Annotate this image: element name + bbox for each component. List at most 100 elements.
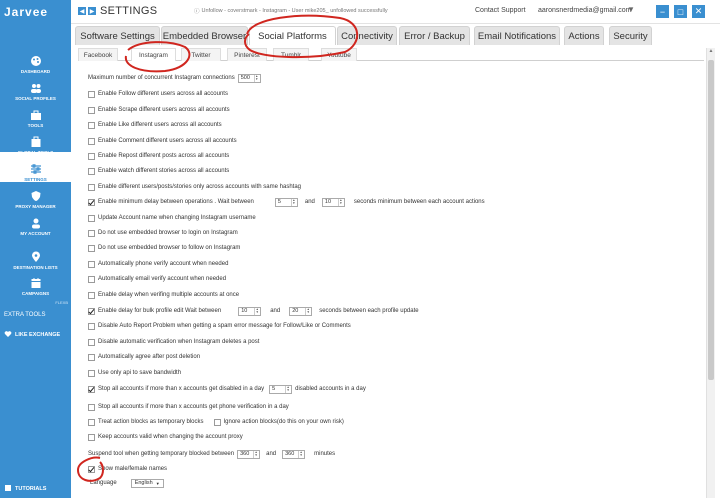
scroll-up-icon[interactable]: ▲ <box>707 48 715 56</box>
subtab-facebook[interactable]: Facebook <box>78 48 118 61</box>
back-arrow-icon[interactable]: ◀ <box>78 7 86 15</box>
nav-tools[interactable]: TOOLS <box>0 98 71 128</box>
option-row[interactable]: Disable automatic verification when Inst… <box>88 337 259 347</box>
option-row[interactable]: Automatically agree after post deletion <box>88 352 200 362</box>
scrollbar[interactable]: ▲ <box>706 48 715 498</box>
min-delay-to-stepper[interactable]: 10 ▲ ▼ <box>321 197 345 207</box>
user-email[interactable]: aaronsnerdmedia@gmail.com <box>538 7 631 14</box>
option-row[interactable]: Enable Repost different posts across all… <box>88 151 229 161</box>
subtab-instagram[interactable]: Instagram <box>131 48 176 61</box>
checkbox[interactable] <box>88 338 95 346</box>
subtab-tumblr[interactable]: Tumblr <box>273 48 309 61</box>
bulk-delay-from-stepper[interactable]: 10 ▲ ▼ <box>238 306 262 316</box>
tab-actions[interactable]: Actions <box>564 26 604 45</box>
subtab-youtube[interactable]: Youtube <box>321 48 357 61</box>
option-label: Do not use embedded browser to login on … <box>98 230 238 236</box>
checkbox[interactable] <box>88 291 95 299</box>
tab-error-backup[interactable]: Error / Backup <box>399 26 470 45</box>
tutorials-link[interactable]: TUTORIALS <box>4 484 46 494</box>
nav-campaigns[interactable]: CAMPAIGNS <box>0 266 71 296</box>
tab-connectivity[interactable]: Connectivity <box>337 26 397 45</box>
option-row[interactable]: Enable Comment different users across al… <box>88 136 237 146</box>
option-row[interactable]: Enable delay when verifing multiple acco… <box>88 290 239 300</box>
min-delay-from-stepper[interactable]: 5 ▲ ▼ <box>274 197 298 207</box>
subtab-pinterest[interactable]: Pinterest <box>227 48 267 61</box>
checkbox[interactable] <box>88 244 95 252</box>
option-row[interactable]: Enable Follow different users across all… <box>88 89 228 99</box>
option-row[interactable]: Automatically email verify account when … <box>88 274 226 284</box>
forward-arrow-icon[interactable]: ▶ <box>88 7 96 15</box>
nav-dashboard[interactable]: DASHBOARD <box>0 44 71 74</box>
language-select[interactable]: English ▼ <box>130 478 164 488</box>
checkbox[interactable] <box>88 198 95 206</box>
nav-proxy-manager[interactable]: PROXY MANAGER <box>0 179 71 209</box>
bulk-delay-row[interactable]: Enable delay for bulk profile edit Wait … <box>88 306 419 316</box>
checkbox[interactable] <box>88 260 95 268</box>
checkbox[interactable] <box>88 167 95 175</box>
checkbox[interactable] <box>88 433 95 441</box>
gender-names-row[interactable]: Show male/female names <box>88 464 167 474</box>
nav-global-tools[interactable]: GLOBAL TOOLS <box>0 125 71 155</box>
maximize-icon[interactable]: □ <box>674 5 687 18</box>
subtab-twitter[interactable]: Twitter <box>181 48 221 61</box>
nav-settings[interactable]: SETTINGS <box>0 152 71 182</box>
option-row[interactable]: Enable different users/posts/stories onl… <box>88 182 301 192</box>
stop-disabled-row[interactable]: Stop all accounts if more than x account… <box>88 384 366 394</box>
tab-embedded-browser[interactable]: Embedded Browser <box>161 26 248 45</box>
tab-security[interactable]: Security <box>609 26 652 45</box>
option-row[interactable]: Disable Auto Report Problem when getting… <box>88 321 351 331</box>
checkbox[interactable] <box>88 353 95 361</box>
max-connections-stepper[interactable]: 500 ▲ ▼ <box>237 73 261 83</box>
checkbox[interactable] <box>213 418 221 426</box>
checkbox[interactable] <box>88 403 95 411</box>
and-label: and <box>270 308 281 314</box>
option-label: Use only api to save bandwidth <box>98 370 182 376</box>
option-row[interactable]: Keep accounts valid when changing the ac… <box>88 432 243 442</box>
checkbox[interactable] <box>88 385 95 393</box>
app-window: Jarvee DASHBOARD SOCIAL PROFILES TOOLS G… <box>0 0 720 498</box>
option-row[interactable]: Do not use embedded browser to follow on… <box>88 243 240 253</box>
option-row[interactable]: Update Account name when changing Instag… <box>88 213 256 223</box>
option-row[interactable]: Do not use embedded browser to login on … <box>88 228 238 238</box>
checkbox[interactable] <box>88 418 95 426</box>
like-exchange-link[interactable]: LIKE EXCHANGE <box>4 330 60 340</box>
nav-social-profiles[interactable]: SOCIAL PROFILES <box>0 71 71 101</box>
extra-tools-label[interactable]: EXTRA TOOLS <box>4 312 45 318</box>
bulk-delay-to-stepper[interactable]: 20 ▲ ▼ <box>289 306 313 316</box>
checkbox[interactable] <box>88 121 95 129</box>
min-delay-row[interactable]: Enable minimum delay between operations … <box>88 197 485 207</box>
checkbox[interactable] <box>88 369 95 377</box>
tab-social-platforms[interactable]: Social Platforms <box>249 26 336 45</box>
action-blocks-row[interactable]: Treat action blocks as temporary blocks … <box>88 417 344 427</box>
checkbox[interactable] <box>88 214 95 222</box>
checkbox[interactable] <box>88 229 95 237</box>
chevron-down-icon[interactable]: ▼ <box>627 5 635 14</box>
scroll-thumb[interactable] <box>708 60 714 380</box>
checkbox[interactable] <box>88 152 95 160</box>
option-row[interactable]: Enable Like different users across all a… <box>88 120 222 130</box>
close-icon[interactable]: ✕ <box>692 5 705 18</box>
checkbox[interactable] <box>88 465 95 473</box>
tab-software-settings[interactable]: Software Settings <box>75 26 160 45</box>
checkbox[interactable] <box>88 90 95 98</box>
suspend-to-stepper[interactable]: 360 ▲ ▼ <box>282 449 306 459</box>
suspend-from-stepper[interactable]: 360 ▲ ▼ <box>237 449 261 459</box>
checkbox[interactable] <box>88 183 95 191</box>
option-row[interactable]: Stop all accounts if more than x account… <box>88 402 289 412</box>
stop-disabled-stepper[interactable]: 5 ▲ ▼ <box>269 384 293 394</box>
option-row[interactable]: Use only api to save bandwidth <box>88 368 181 378</box>
checkbox[interactable] <box>88 137 95 145</box>
tab-email-notifications[interactable]: Email Notifications <box>474 26 560 45</box>
checkbox[interactable] <box>88 106 95 114</box>
option-row[interactable]: Enable watch different stories across al… <box>88 166 229 176</box>
checkbox[interactable] <box>88 322 95 330</box>
checkbox[interactable] <box>88 307 95 315</box>
nav-my-account[interactable]: MY ACCOUNT <box>0 206 71 236</box>
option-row[interactable]: Enable Scrape different users across all… <box>88 105 230 115</box>
option-row[interactable]: Automatically phone verify account when … <box>88 259 228 269</box>
option-label: Automatically agree after post deletion <box>98 354 201 360</box>
info-icon: ⓘ <box>194 9 200 15</box>
checkbox[interactable] <box>88 275 95 283</box>
contact-support-link[interactable]: Contact Support <box>475 7 526 14</box>
minimize-icon[interactable]: − <box>656 5 669 18</box>
